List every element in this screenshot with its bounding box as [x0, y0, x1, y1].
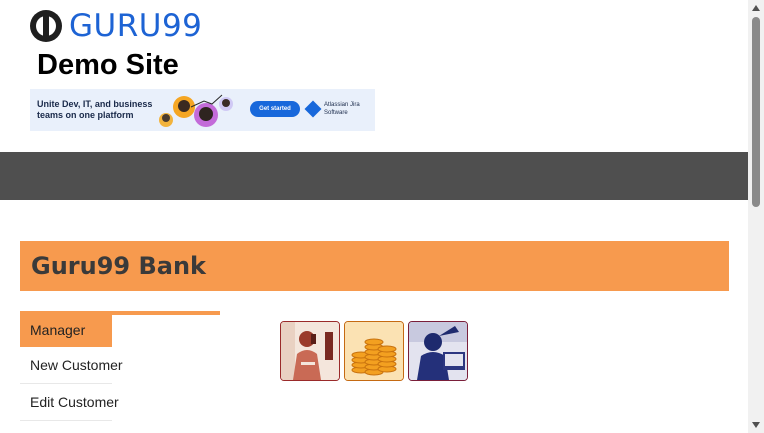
site-title: Demo Site	[37, 49, 179, 81]
man-on-phone-image	[280, 321, 340, 381]
top-nav-bar	[0, 152, 748, 200]
guru99-logo-icon	[30, 10, 62, 42]
page: GURU99 Demo Site Unite Dev, IT, and busi…	[0, 0, 764, 433]
stacked-coins-image	[344, 321, 404, 381]
guru99-logo[interactable]: GURU99	[30, 9, 202, 43]
bank-title: Guru99 Bank	[31, 252, 206, 280]
ad-people-icon	[159, 94, 233, 127]
menu-item-new-customer[interactable]: New Customer	[20, 347, 123, 384]
vertical-scrollbar[interactable]	[748, 0, 764, 433]
atlassian-brand: Atlassian Jira Software	[304, 100, 374, 118]
menu-item-edit-customer[interactable]: Edit Customer	[20, 384, 119, 421]
scroll-up-arrow-icon[interactable]	[752, 5, 760, 11]
woman-at-desk-image	[408, 321, 468, 381]
bank-header: Guru99 Bank	[20, 241, 729, 291]
ad-headline: Unite Dev, IT, and business teams on one…	[37, 99, 153, 120]
get-started-button[interactable]: Get started	[250, 101, 300, 117]
atlassian-logo-icon	[304, 100, 322, 118]
ad-banner[interactable]: Unite Dev, IT, and business teams on one…	[30, 89, 375, 131]
menu-item-manager[interactable]: Manager	[20, 315, 112, 347]
scroll-down-arrow-icon[interactable]	[752, 422, 760, 428]
ad-brand-text: Atlassian Jira Software	[324, 102, 360, 116]
scroll-thumb[interactable]	[752, 17, 760, 207]
logo-text: GURU99	[69, 8, 203, 44]
sidebar-menu: Manager New Customer Edit Customer	[20, 315, 123, 421]
banner-images	[280, 321, 468, 381]
